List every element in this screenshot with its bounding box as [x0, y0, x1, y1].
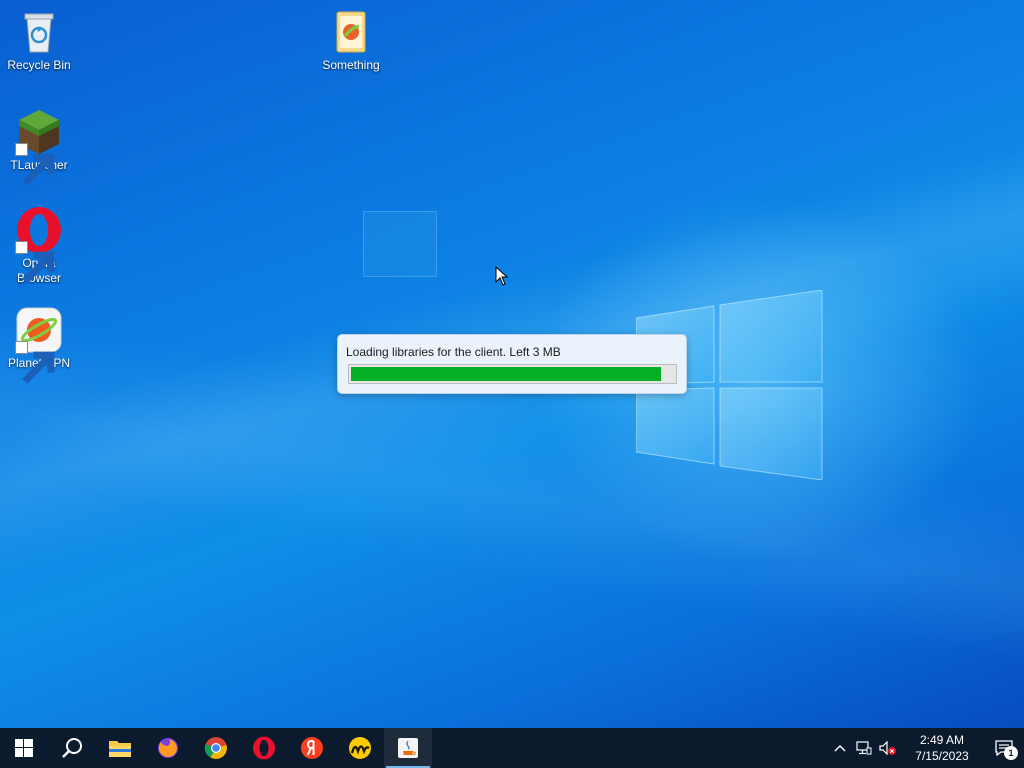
- taskbar-firefox[interactable]: [144, 728, 192, 768]
- desktop-icon-tlauncher[interactable]: TLauncher: [0, 108, 78, 186]
- file-explorer-icon: [109, 741, 131, 757]
- loading-message: Loading libraries for the client. Left 3…: [346, 345, 561, 359]
- taskbar-clock[interactable]: 2:49 AM 7/15/2023: [906, 732, 978, 764]
- volume-tray-button[interactable]: [876, 728, 900, 768]
- chevron-up-icon: [834, 745, 846, 752]
- taskbar-yandex[interactable]: [288, 728, 336, 768]
- opera-icon: [253, 736, 275, 760]
- shortcut-arrow-icon: [15, 241, 55, 284]
- shortcut-arrow-icon: [15, 341, 55, 384]
- taskbar: 2:49 AM 7/15/2023 1: [0, 728, 1024, 768]
- desktop-icon-something[interactable]: Something: [312, 8, 390, 73]
- yandex-music-icon: [349, 737, 371, 759]
- desktop-icon-label: Something: [322, 58, 380, 72]
- clock-date: 7/15/2023: [915, 749, 969, 763]
- taskbar-file-explorer[interactable]: [96, 728, 144, 768]
- shortcut-arrow-icon: [15, 143, 55, 186]
- loading-dialog: Loading libraries for the client. Left 3…: [337, 334, 687, 394]
- mouse-cursor-icon: [495, 266, 509, 286]
- network-tray-button[interactable]: [852, 728, 876, 768]
- taskbar-yandex-music[interactable]: [336, 728, 384, 768]
- desktop-icon-opera-browser[interactable]: Opera Browser: [0, 206, 78, 286]
- clock-time: 2:49 AM: [919, 733, 965, 747]
- taskbar-chrome[interactable]: [192, 728, 240, 768]
- yandex-icon: [301, 737, 323, 759]
- search-icon: [62, 738, 82, 758]
- loading-progress-bar: [348, 364, 677, 384]
- search-button[interactable]: [48, 728, 96, 768]
- desktop-selection-rectangle: [363, 211, 437, 277]
- windows-start-icon: [15, 739, 33, 757]
- java-icon: [398, 738, 418, 758]
- recycle-bin-icon: [24, 13, 54, 53]
- network-icon: [856, 741, 872, 755]
- folder-icon: [336, 11, 366, 53]
- chrome-icon: [204, 737, 227, 759]
- firefox-icon: [158, 738, 178, 758]
- notification-count-badge: 1: [1004, 746, 1018, 760]
- system-tray: 2:49 AM 7/15/2023 1: [828, 728, 1024, 768]
- start-button[interactable]: [0, 728, 48, 768]
- action-center-button[interactable]: 1: [984, 728, 1024, 768]
- loading-progress-fill: [351, 367, 661, 381]
- taskbar-opera[interactable]: [240, 728, 288, 768]
- taskbar-java[interactable]: [384, 728, 432, 768]
- desktop-icon-recycle-bin[interactable]: Recycle Bin: [0, 8, 78, 73]
- desktop-icon-label: Recycle Bin: [7, 58, 71, 72]
- show-hidden-icons-button[interactable]: [828, 728, 852, 768]
- volume-muted-icon: [879, 741, 896, 755]
- desktop-icon-planet-vpn[interactable]: Planet VPN: [0, 306, 78, 384]
